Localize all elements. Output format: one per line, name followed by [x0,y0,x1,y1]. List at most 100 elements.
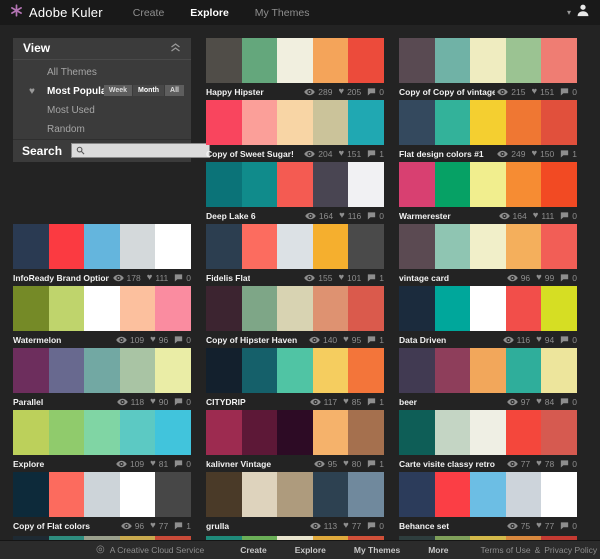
theme-swatches[interactable] [13,472,191,517]
theme-swatches[interactable] [399,286,577,331]
color-swatch[interactable] [241,410,278,455]
color-swatch[interactable] [277,224,313,269]
color-swatch[interactable] [541,472,577,517]
color-swatch[interactable] [119,348,156,393]
theme-swatches[interactable] [206,348,384,393]
theme-card[interactable]: InfoReady Brand Option 2 178 ♥ 111 0 [13,224,191,286]
color-swatch[interactable] [48,348,85,393]
theme-swatches[interactable] [399,38,577,83]
app-logo[interactable]: Adobe Kuler [10,3,103,22]
collapse-chevrons-icon[interactable] [170,39,181,57]
color-swatch[interactable] [399,286,435,331]
color-swatch[interactable] [541,224,577,269]
filter-most-used[interactable]: Most Used [13,101,191,120]
color-swatch[interactable] [399,472,435,517]
color-swatch[interactable] [119,286,156,331]
theme-card[interactable]: Warmerester 164 ♥ 111 0 [399,162,577,224]
color-swatch[interactable] [206,348,242,393]
color-swatch[interactable] [348,38,384,83]
color-swatch[interactable] [312,38,349,83]
color-swatch[interactable] [206,38,242,83]
theme-swatches[interactable] [13,348,191,393]
color-swatch[interactable] [119,224,156,269]
color-swatch[interactable] [470,286,506,331]
theme-card[interactable]: Data Driven 116 ♥ 94 0 [399,286,577,348]
search-box[interactable] [71,143,211,159]
color-swatch[interactable] [312,286,349,331]
color-swatch[interactable] [241,100,278,145]
color-swatch[interactable] [241,224,278,269]
theme-card[interactable]: Copy of Copy of vintage ca... 215 ♥151 0 [399,38,577,100]
theme-swatches[interactable] [206,286,384,331]
color-swatch[interactable] [399,348,435,393]
nav-create[interactable]: Create [133,7,165,19]
color-swatch[interactable] [241,286,278,331]
color-swatch[interactable] [155,286,191,331]
color-swatch[interactable] [505,38,542,83]
color-swatch[interactable] [119,472,156,517]
color-swatch[interactable] [277,286,313,331]
color-swatch[interactable] [206,286,242,331]
color-swatch[interactable] [505,410,542,455]
color-swatch[interactable] [541,410,577,455]
terms-of-use-link[interactable]: Terms of Use [481,545,531,555]
color-swatch[interactable] [206,472,242,517]
color-swatch[interactable] [434,224,471,269]
color-swatch[interactable] [277,38,313,83]
color-swatch[interactable] [541,162,577,207]
theme-card[interactable]: Copy of Sweet Sugar! 204 ♥ 151 1 [206,100,384,162]
theme-card[interactable]: Carte visite classy retro 77 ♥ 78 0 [399,410,577,472]
color-swatch[interactable] [241,162,278,207]
color-swatch[interactable] [470,348,506,393]
color-swatch[interactable] [241,472,278,517]
theme-swatches[interactable] [399,100,577,145]
color-swatch[interactable] [434,162,471,207]
color-swatch[interactable] [348,348,384,393]
theme-card[interactable]: vintage card 96 ♥ 99 0 [399,224,577,286]
color-swatch[interactable] [470,38,506,83]
color-swatch[interactable] [48,472,85,517]
color-swatch[interactable] [241,348,278,393]
theme-card[interactable]: Fidelis Flat 155 ♥ 101 1 [206,224,384,286]
account-menu[interactable]: ▾ [567,3,590,22]
color-swatch[interactable] [470,224,506,269]
color-swatch[interactable] [505,472,542,517]
color-swatch[interactable] [434,348,471,393]
color-swatch[interactable] [312,348,349,393]
theme-card[interactable]: beer 97 ♥ 84 0 [399,348,577,410]
color-swatch[interactable] [505,162,542,207]
color-swatch[interactable] [470,162,506,207]
color-swatch[interactable] [505,348,542,393]
theme-swatches[interactable] [13,410,191,455]
color-swatch[interactable] [541,38,577,83]
color-swatch[interactable] [348,472,384,517]
footer-link-more[interactable]: More [428,545,448,555]
color-swatch[interactable] [399,162,435,207]
theme-card[interactable]: Watermelon 109 ♥ 96 0 [13,286,191,348]
color-swatch[interactable] [155,472,191,517]
color-swatch[interactable] [277,348,313,393]
color-swatch[interactable] [119,410,156,455]
color-swatch[interactable] [541,286,577,331]
color-swatch[interactable] [13,472,49,517]
theme-swatches[interactable] [399,348,577,393]
theme-swatches[interactable] [206,472,384,517]
color-swatch[interactable] [399,38,435,83]
color-swatch[interactable] [312,162,349,207]
theme-swatches[interactable] [206,224,384,269]
theme-card[interactable]: Explore 109 ♥ 81 0 [13,410,191,472]
theme-card[interactable]: Deep Lake 6 164 ♥ 116 0 [206,162,384,224]
color-swatch[interactable] [312,410,349,455]
color-swatch[interactable] [312,472,349,517]
color-swatch[interactable] [348,286,384,331]
color-swatch[interactable] [434,38,471,83]
color-swatch[interactable] [241,38,278,83]
theme-card[interactable]: grulla 113 ♥ 77 0 [206,472,384,534]
time-filter-month[interactable]: Month [133,84,165,96]
color-swatch[interactable] [84,472,120,517]
color-swatch[interactable] [206,224,242,269]
color-swatch[interactable] [13,348,49,393]
color-swatch[interactable] [348,224,384,269]
color-swatch[interactable] [348,410,384,455]
footer-link-create[interactable]: Create [240,545,266,555]
